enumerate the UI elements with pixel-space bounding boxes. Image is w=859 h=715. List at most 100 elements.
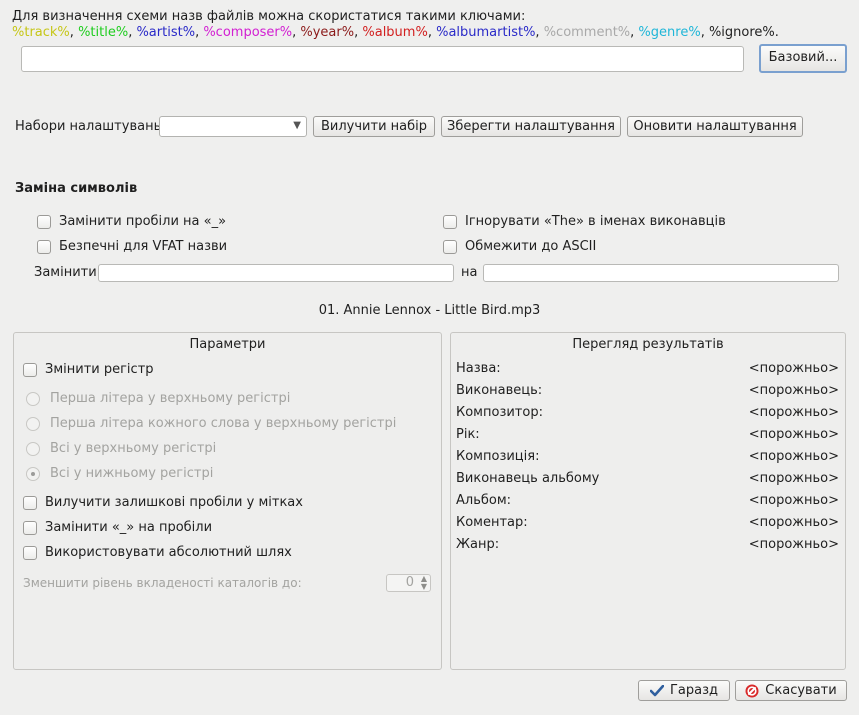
checkbox-box (23, 495, 37, 510)
scheme-token: %title% (78, 25, 129, 40)
chevron-down-icon: ▼ (293, 120, 301, 131)
restrict-ascii-label: Обмежити до ASCII (465, 239, 597, 254)
preview-row-value: <порожньо> (748, 383, 839, 398)
checkmark-icon (649, 684, 664, 696)
preview-row-value: <порожньо> (748, 537, 839, 552)
remove-preset-label: Вилучити набір (321, 119, 427, 134)
basic-button-label: Базовий... (768, 50, 838, 65)
reduce-depth-value: 0 (405, 575, 414, 590)
scheme-token: %albumartist% (436, 25, 536, 40)
ignore-the-checkbox[interactable]: Ігнорувати «The» в іменах виконавців (443, 214, 726, 229)
scheme-tokens: %track%, %title%, %artist%, %composer%, … (12, 25, 779, 41)
case-all-upper-radio[interactable]: Всі у верхньому регістрі (26, 441, 216, 456)
checkbox-box (37, 239, 51, 254)
scheme-token: , (700, 25, 709, 40)
radio-button-selected (26, 466, 40, 481)
checkbox-box (23, 520, 37, 535)
save-settings-button[interactable]: Зберегти налаштування (441, 116, 621, 137)
change-case-checkbox[interactable]: Змінити регістр (23, 362, 154, 377)
preview-row: Альбом: <порожньо> (456, 493, 839, 515)
case-all-lower-radio[interactable]: Всі у нижньому регістрі (26, 466, 213, 481)
replace-to-input[interactable] (483, 264, 839, 282)
scheme-token: %artist% (136, 25, 196, 40)
preview-row: Жанр: <порожньо> (456, 537, 839, 559)
update-settings-button[interactable]: Оновити налаштування (627, 116, 803, 137)
case-each-word-radio[interactable]: Перша літера кожного слова у верхньому р… (26, 416, 396, 431)
scheme-token: %year% (300, 25, 355, 40)
ok-button[interactable]: Гаразд (638, 680, 730, 701)
preview-row-label: Композитор: (456, 405, 543, 420)
update-settings-label: Оновити налаштування (633, 119, 797, 134)
replace-label: Замінити (34, 265, 97, 280)
preview-row-label: Виконавець: (456, 383, 543, 398)
scheme-token: %ignore%. (708, 25, 779, 40)
scheme-token: %track% (12, 25, 70, 40)
case-all-lower-label: Всі у нижньому регістрі (50, 466, 214, 481)
scheme-token: %album% (362, 25, 428, 40)
reduce-depth-label: Зменшити рівень вкладеності каталогів до… (23, 576, 302, 590)
presets-combo[interactable]: ▼ (159, 116, 307, 137)
scheme-token: %comment% (543, 25, 631, 40)
absolute-path-checkbox[interactable]: Використовувати абсолютний шлях (23, 545, 292, 560)
reduce-depth-spinbox[interactable]: 0 ▲ ▼ (386, 574, 431, 592)
scheme-hint-text: Для визначення схеми назв файлів можна с… (12, 9, 526, 24)
preview-row-value: <порожньо> (748, 449, 839, 464)
preview-row-label: Альбом: (456, 493, 512, 508)
ok-button-label: Гаразд (669, 683, 718, 698)
scheme-hint: Для визначення схеми назв файлів можна с… (12, 9, 779, 41)
preview-row: Коментар: <порожньо> (456, 515, 839, 537)
preview-row-value: <порожньо> (748, 515, 839, 530)
checkbox-box (443, 239, 457, 254)
preview-row-value: <порожньо> (748, 361, 839, 376)
case-first-upper-label: Перша літера у верхньому регістрі (50, 391, 291, 406)
preview-row-label: Композиція: (456, 449, 540, 464)
preview-panel: Перегляд результатів Назва: <порожньо> Вик… (450, 332, 846, 670)
strip-spaces-label: Вилучити залишкові пробіли у мітках (45, 495, 303, 510)
preview-row: Виконавець альбому <порожньо> (456, 471, 839, 493)
presets-label: Набори налаштувань: (15, 119, 166, 134)
ignore-the-label: Ігнорувати «The» в іменах виконавців (465, 214, 726, 229)
spin-arrows-icon[interactable]: ▲ ▼ (421, 575, 427, 591)
case-each-word-label: Перша літера кожного слова у верхньому р… (50, 416, 397, 431)
case-first-upper-radio[interactable]: Перша літера у верхньому регістрі (26, 391, 290, 406)
basic-button[interactable]: Базовий... (759, 44, 847, 73)
checkbox-box (443, 214, 457, 229)
change-case-label: Змінити регістр (45, 362, 154, 377)
restrict-ascii-checkbox[interactable]: Обмежити до ASCII (443, 239, 596, 254)
replace-from-input[interactable] (98, 264, 454, 282)
absolute-path-label: Використовувати абсолютний шлях (45, 545, 292, 560)
checkbox-box (23, 362, 37, 377)
strip-spaces-checkbox[interactable]: Вилучити залишкові пробіли у мітках (23, 495, 303, 510)
parameters-title: Параметри (189, 337, 266, 352)
parameters-panel: Параметри Змінити регістр Перша літера у… (13, 332, 442, 670)
preview-row: Композиція: <порожньо> (456, 449, 839, 471)
preview-row: Рік: <порожньо> (456, 427, 839, 449)
preview-row-value: <порожньо> (748, 427, 839, 442)
cancel-icon (745, 684, 759, 697)
radio-button (26, 391, 40, 406)
vfat-safe-label: Безпечні для VFAT назви (59, 239, 228, 254)
radio-button (26, 441, 40, 456)
preview-row: Виконавець: <порожньо> (456, 383, 839, 405)
preview-row-label: Назва: (456, 361, 501, 376)
checkbox-box (23, 545, 37, 560)
scheme-token: , (69, 25, 79, 40)
preview-row-value: <порожньо> (748, 471, 839, 486)
vfat-safe-checkbox[interactable]: Безпечні для VFAT назви (37, 239, 227, 254)
spaces-underscore-checkbox[interactable]: Замінити пробіли на «_» (37, 214, 226, 229)
cancel-button[interactable]: Скасувати (735, 680, 847, 701)
scheme-token: %composer% (203, 25, 293, 40)
replace-with-label: на (461, 265, 478, 280)
preview-title: Перегляд результатів (572, 337, 724, 352)
remove-preset-button[interactable]: Вилучити набір (313, 116, 435, 137)
scheme-input[interactable] (21, 46, 744, 72)
underscore-spaces-checkbox[interactable]: Замінити «_» на пробіли (23, 520, 212, 535)
preview-row-label: Коментар: (456, 515, 528, 530)
cancel-button-label: Скасувати (765, 683, 837, 698)
scheme-token: , (535, 25, 544, 40)
preview-row: Назва: <порожньо> (456, 361, 839, 383)
save-settings-label: Зберегти налаштування (447, 119, 615, 134)
preview-row-label: Жанр: (456, 537, 500, 552)
preview-row: Композитор: <порожньо> (456, 405, 839, 427)
preview-row-value: <порожньо> (748, 493, 839, 508)
